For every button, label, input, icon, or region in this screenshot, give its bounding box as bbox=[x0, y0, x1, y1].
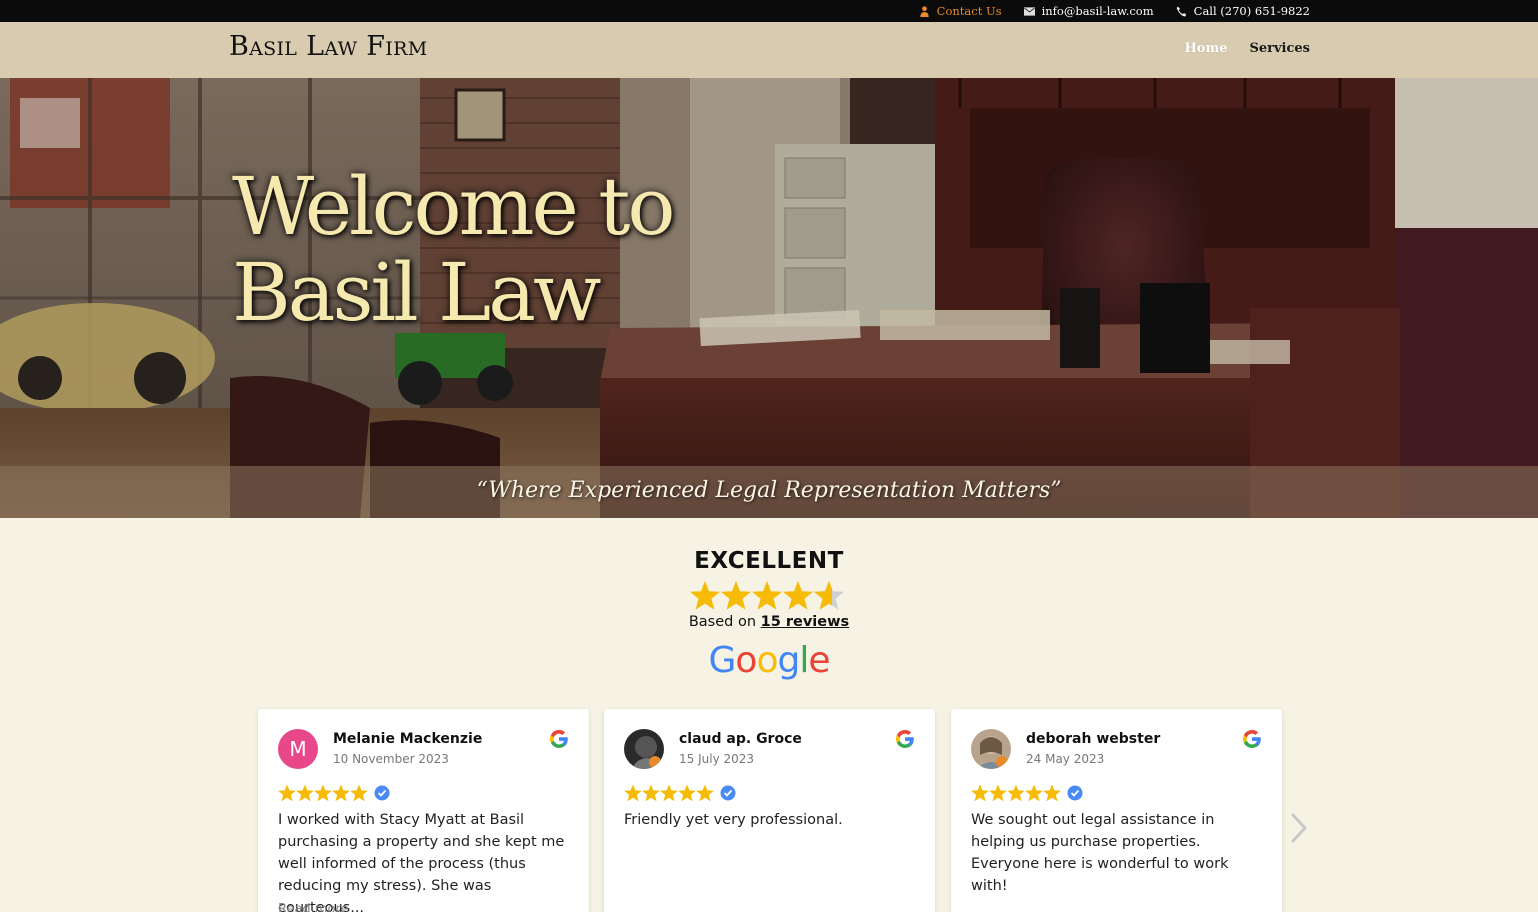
hero-tagline: “Where Experienced Legal Representation … bbox=[476, 478, 1062, 503]
review-text: Friendly yet very professional. bbox=[624, 812, 843, 828]
avatar bbox=[624, 729, 664, 769]
google-g-icon[interactable] bbox=[895, 729, 915, 749]
review-stars bbox=[971, 783, 1091, 803]
read-more-link[interactable]: Read more bbox=[278, 902, 348, 912]
hero-title-line-1: Welcome to bbox=[232, 160, 676, 253]
google-logo: Google bbox=[708, 640, 831, 681]
hero-title: Welcome to Basil Law bbox=[232, 164, 792, 336]
review-card: M Melanie Mackenzie 10 November 2023 I w… bbox=[258, 709, 589, 912]
avatar: M bbox=[278, 729, 318, 769]
review-date: 15 July 2023 bbox=[679, 752, 755, 766]
verified-icon bbox=[374, 785, 390, 801]
main-nav: Home Services bbox=[1185, 41, 1311, 56]
review-card: claud ap. Groce 15 July 2023 Friendly ye… bbox=[604, 709, 935, 912]
based-on-prefix: Based on bbox=[688, 614, 757, 630]
review-date: 10 November 2023 bbox=[333, 752, 449, 766]
based-on-text: Based on 15 reviews bbox=[0, 614, 1538, 630]
star-icon bbox=[783, 581, 813, 610]
star-icon bbox=[690, 581, 720, 610]
carousel-next-arrow-icon[interactable] bbox=[1290, 812, 1308, 844]
site-header: Basil Law Firm Home Services bbox=[0, 22, 1538, 78]
google-g-icon[interactable] bbox=[549, 729, 569, 749]
email-address[interactable]: info@basil-law.com bbox=[1042, 4, 1154, 18]
review-text: I worked with Stacy Myatt at Basil purch… bbox=[278, 812, 565, 912]
envelope-icon bbox=[1023, 6, 1035, 16]
review-card: deborah webster 24 May 2023 We sought ou… bbox=[951, 709, 1282, 912]
reviews-summary: EXCELLENT Based on 15 reviews Google bbox=[0, 548, 1538, 681]
overall-star-rating bbox=[0, 578, 1538, 612]
review-count-link[interactable]: 15 reviews bbox=[761, 614, 850, 630]
hero-banner: Welcome to Basil Law “Where Experienced … bbox=[0, 78, 1538, 518]
tagline-band: “Where Experienced Legal Representation … bbox=[0, 466, 1538, 518]
phone-number[interactable]: Call (270) 651-9822 bbox=[1194, 4, 1310, 18]
nav-item-home[interactable]: Home bbox=[1185, 41, 1228, 56]
avatar-photo bbox=[624, 729, 664, 769]
email-link[interactable]: info@basil-law.com bbox=[1023, 4, 1154, 18]
nav-item-services[interactable]: Services bbox=[1249, 41, 1310, 56]
reviewer-name[interactable]: Melanie Mackenzie bbox=[333, 731, 482, 747]
reviewer-name[interactable]: claud ap. Groce bbox=[679, 731, 802, 747]
five-star-icons bbox=[971, 784, 1083, 802]
phone-link[interactable]: Call (270) 651-9822 bbox=[1176, 4, 1310, 18]
verified-icon bbox=[1067, 785, 1083, 801]
person-icon bbox=[920, 5, 929, 17]
site-logo[interactable]: Basil Law Firm bbox=[229, 31, 427, 62]
contact-us-link[interactable]: Contact Us bbox=[919, 4, 1002, 18]
review-stars bbox=[624, 783, 744, 803]
verified-icon bbox=[720, 785, 736, 801]
hero-title-line-2: Basil Law bbox=[232, 246, 601, 339]
contact-us-label[interactable]: Contact Us bbox=[937, 4, 1002, 18]
google-g-icon[interactable] bbox=[1242, 729, 1262, 749]
phone-icon bbox=[1176, 6, 1186, 16]
avatar-photo bbox=[971, 729, 1011, 769]
reviewer-name[interactable]: deborah webster bbox=[1026, 731, 1160, 747]
top-contact-bar: Contact Us info@basil-law.com Call (270)… bbox=[0, 0, 1538, 22]
star-icon bbox=[721, 581, 751, 610]
star-rating-icons bbox=[690, 581, 844, 610]
avatar bbox=[971, 729, 1011, 769]
rating-word: EXCELLENT bbox=[694, 548, 844, 574]
five-star-icons bbox=[624, 784, 736, 802]
review-text: We sought out legal assistance in helpin… bbox=[971, 812, 1229, 894]
review-stars bbox=[278, 783, 398, 803]
star-icon bbox=[752, 581, 782, 610]
five-star-icons bbox=[278, 784, 390, 802]
review-date: 24 May 2023 bbox=[1026, 752, 1105, 766]
